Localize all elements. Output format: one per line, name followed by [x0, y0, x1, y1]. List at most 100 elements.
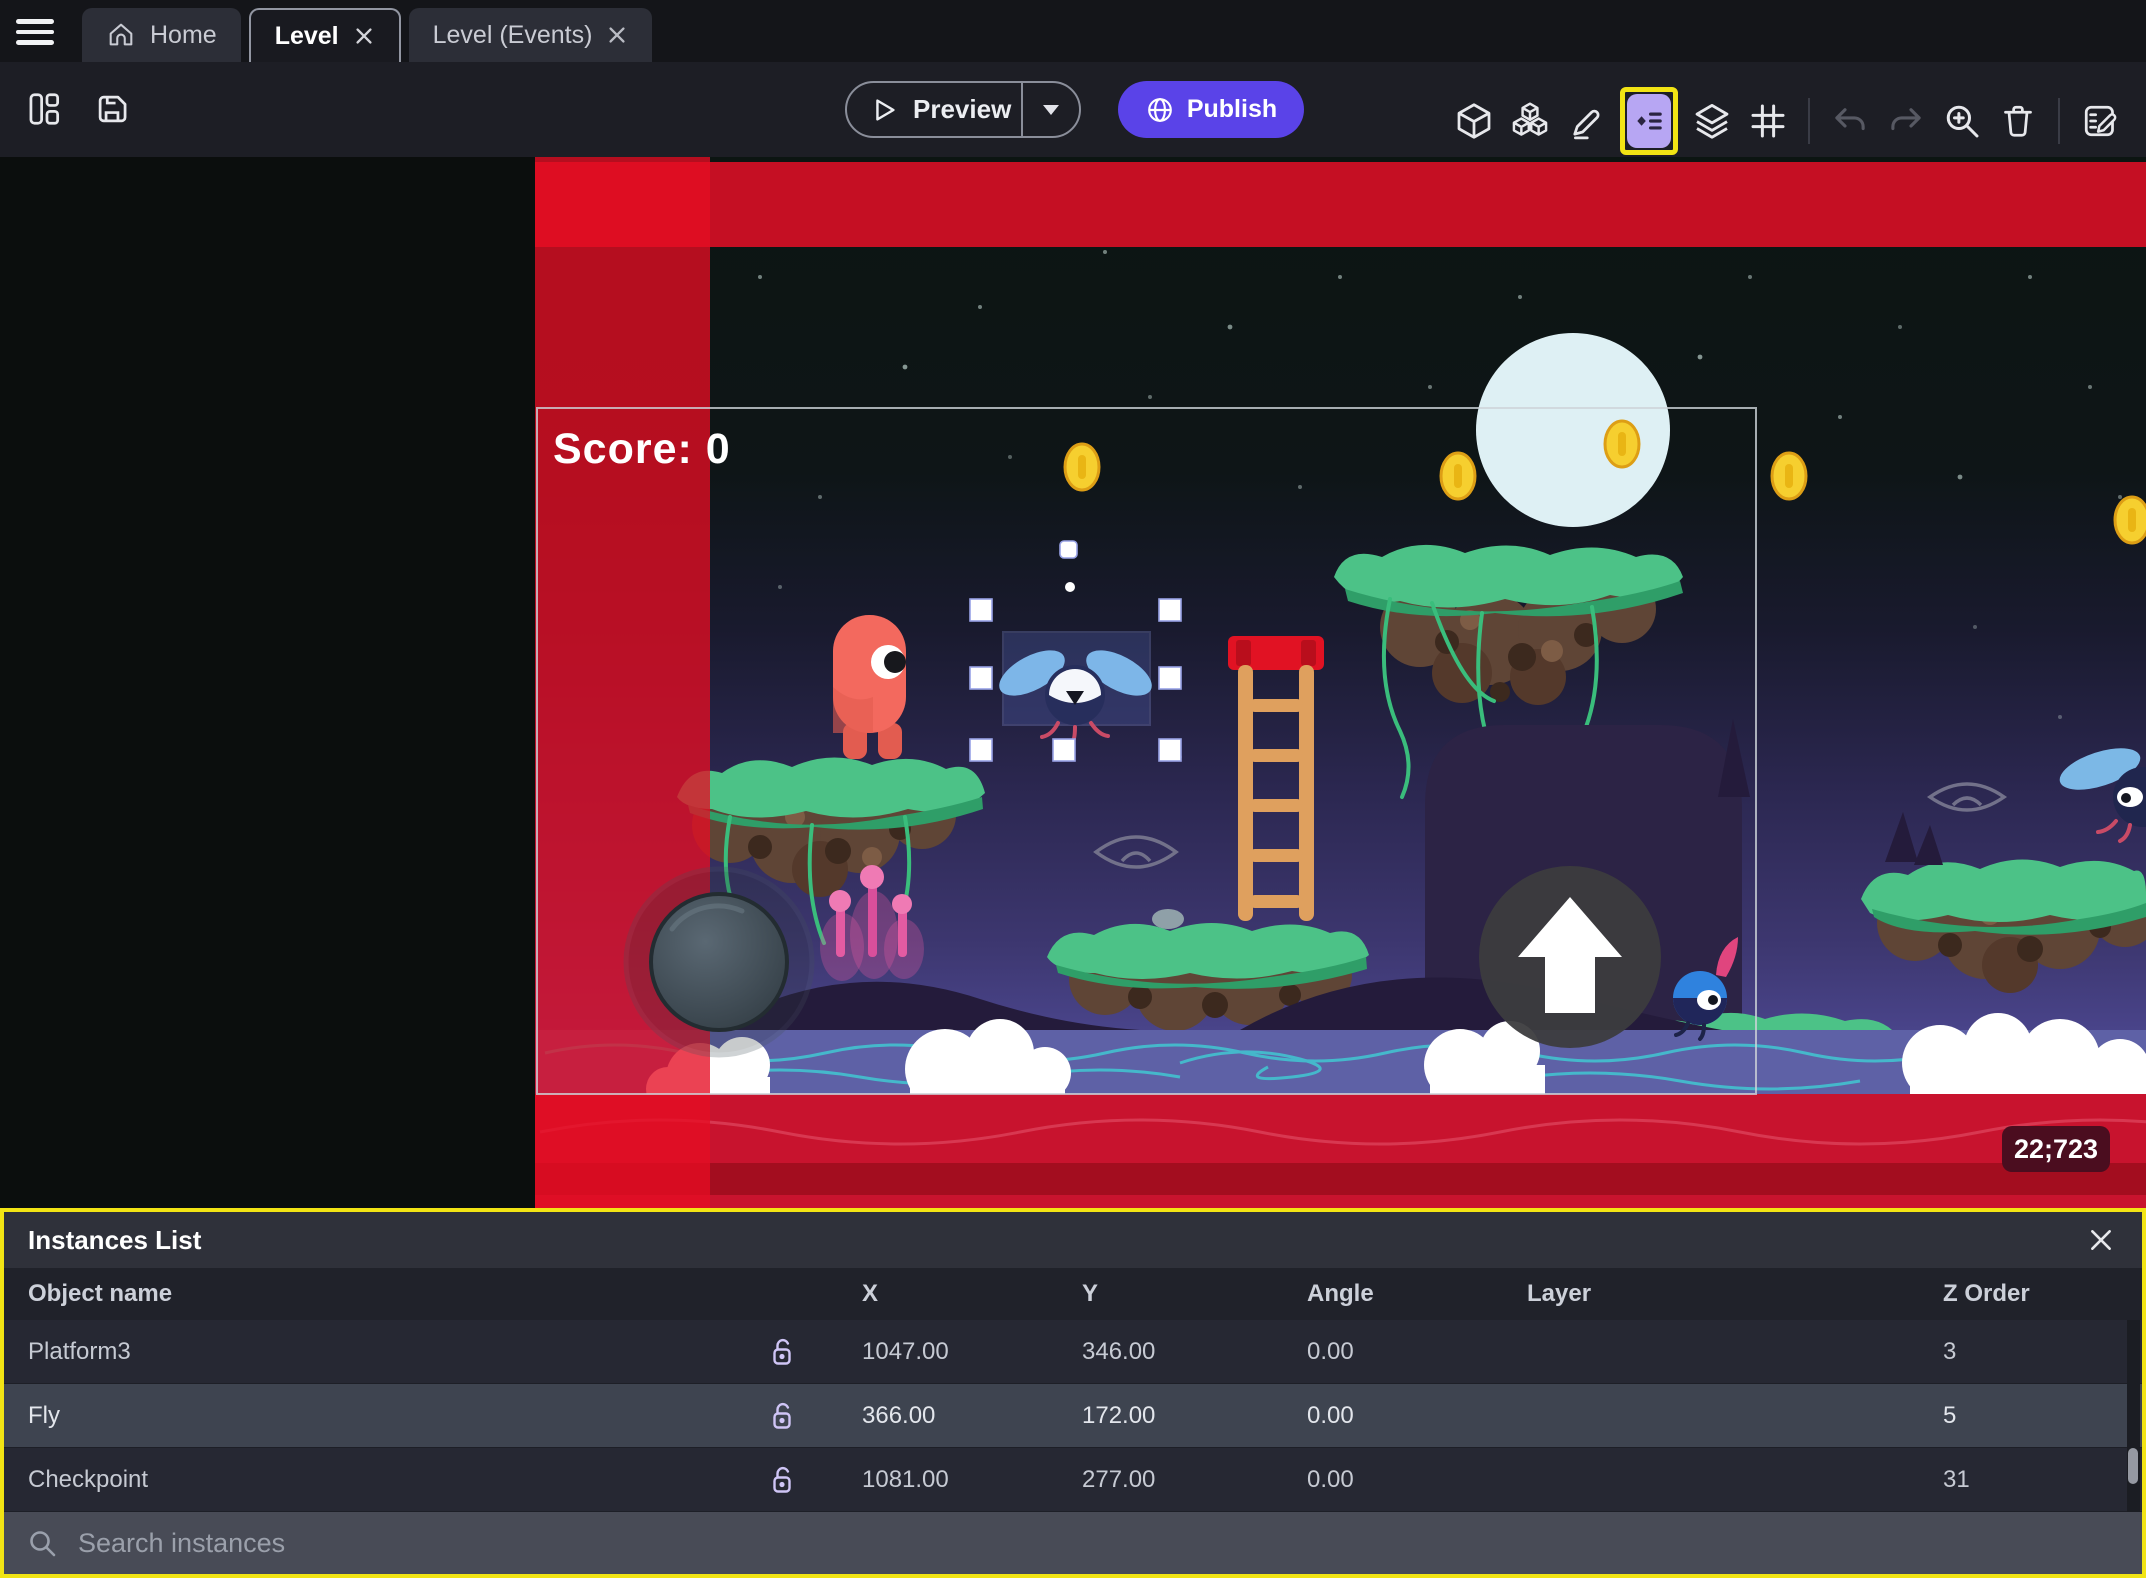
close-tab-icon[interactable]: [353, 25, 375, 47]
col-z-order[interactable]: Z Order: [1902, 1280, 2142, 1308]
col-object-name[interactable]: Object name: [4, 1280, 742, 1308]
joystick-control[interactable]: [623, 866, 815, 1058]
lock-toggle[interactable]: [742, 1400, 822, 1432]
hamburger-icon: [16, 19, 54, 24]
lock-toggle[interactable]: [742, 1336, 822, 1368]
layers-icon: [1695, 104, 1729, 139]
undo-button[interactable]: [1828, 99, 1872, 143]
unlock-icon: [773, 1402, 791, 1429]
project-manager-icon: [29, 93, 60, 125]
main-menu-button[interactable]: [16, 14, 62, 50]
publish-label: Publish: [1186, 95, 1278, 123]
close-icon: [2091, 1230, 2111, 1250]
save-icon: [98, 95, 127, 123]
redo-icon: [1891, 108, 1921, 131]
instance-z-order: 31: [1943, 1465, 1970, 1493]
unlock-icon: [773, 1466, 791, 1493]
close-panel-button[interactable]: [2084, 1223, 2118, 1257]
preview-options-button[interactable]: [1023, 83, 1079, 136]
unlock-icon: [773, 1338, 791, 1365]
instance-row[interactable]: Checkpoint 1081.00 277.00 0.00 31: [4, 1448, 2142, 1512]
edit-scene-button[interactable]: [2078, 99, 2122, 143]
moon-sprite[interactable]: [1476, 333, 1670, 527]
instance-angle: 0.00: [1307, 1337, 1354, 1365]
preview-label: Preview: [913, 94, 1012, 124]
tab-home-label: Home: [150, 20, 217, 49]
tab-level[interactable]: Level: [248, 8, 401, 62]
instance-angle: 0.00: [1307, 1465, 1354, 1493]
lock-toggle[interactable]: [742, 1464, 822, 1496]
gdevelop-editor-window: Home Level Level (Events) Preview Publis…: [0, 0, 2146, 1578]
properties-button[interactable]: [1564, 99, 1608, 143]
instance-row[interactable]: Platform3 1047.00 346.00 0.00 3: [4, 1320, 2142, 1384]
instance-angle: 0.00: [1307, 1401, 1354, 1429]
play-icon: [876, 98, 895, 121]
instance-z-order: 5: [1943, 1401, 1957, 1429]
object-groups-icon: [1512, 102, 1548, 136]
layers-button[interactable]: [1690, 99, 1734, 143]
edit-scene-icon: [2084, 105, 2117, 137]
col-angle[interactable]: Angle: [1262, 1280, 1482, 1308]
instances-panel-title: Instances List: [28, 1224, 202, 1255]
pencil-icon: [1573, 109, 1600, 140]
save-button[interactable]: [90, 87, 134, 131]
instance-x: 1047.00: [862, 1337, 949, 1365]
zoom-in-icon: [1946, 105, 1979, 138]
instances-table-header: Object name X Y Angle Layer Z Order: [4, 1268, 2142, 1320]
instance-x: 366.00: [862, 1401, 936, 1429]
instance-y: 172.00: [1082, 1401, 1156, 1429]
undo-icon: [1835, 108, 1865, 131]
cursor-coordinates-badge: 22;723: [2002, 1126, 2111, 1172]
chevron-down-icon: [1043, 104, 1060, 115]
delete-button[interactable]: [1996, 99, 2040, 143]
grid-button[interactable]: [1746, 99, 1790, 143]
home-icon: [109, 23, 133, 46]
instance-name: Checkpoint: [28, 1465, 149, 1493]
instance-name: Fly: [28, 1401, 60, 1429]
col-x[interactable]: X: [822, 1280, 1042, 1308]
tab-level-events-label: Level (Events): [432, 20, 593, 49]
instance-name: Platform3: [28, 1337, 131, 1365]
instance-x: 1081.00: [862, 1465, 949, 1493]
toolbar-divider: [2058, 98, 2060, 144]
instances-panel-header: Instances List: [4, 1212, 2142, 1268]
instances-table-body: Platform3 1047.00 346.00 0.00 3 Fly 366.…: [4, 1320, 2142, 1512]
redo-button[interactable]: [1884, 99, 1928, 143]
col-y[interactable]: Y: [1042, 1280, 1262, 1308]
objects-cube-icon: [1457, 103, 1491, 139]
search-instances-input[interactable]: [76, 1526, 2120, 1560]
close-tab-icon[interactable]: [606, 24, 628, 46]
main-toolbar: Preview Publish: [0, 62, 2146, 157]
instances-list-button-active-bg: [1627, 94, 1671, 148]
zoom-button[interactable]: [1940, 99, 1984, 143]
toolbar-divider: [1808, 98, 1810, 144]
tab-bar: Home Level Level (Events): [0, 0, 2146, 62]
instances-search-bar: [4, 1512, 2142, 1574]
scene-top-red-band: [535, 162, 2146, 247]
scene-bottom-red-bands: [535, 1094, 2146, 1208]
scene-editor-canvas[interactable]: Score: 0 22;723: [0, 157, 2146, 1208]
scrollbar-thumb[interactable]: [2128, 1448, 2138, 1484]
tab-level-events[interactable]: Level (Events): [408, 8, 653, 62]
col-layer[interactable]: Layer: [1482, 1280, 1902, 1308]
tab-level-label: Level: [274, 21, 339, 50]
score-text[interactable]: Score: 0: [553, 425, 731, 474]
instance-row[interactable]: Fly 366.00 172.00 0.00 5: [4, 1384, 2142, 1448]
object-groups-button[interactable]: [1508, 99, 1552, 143]
instances-list-panel: Instances List Object name X Y Angle Lay…: [0, 1208, 2146, 1578]
rotation-handle[interactable]: [1059, 540, 1078, 559]
instances-list-icon: [1637, 112, 1662, 130]
globe-icon: [1147, 97, 1172, 122]
instances-list-button[interactable]: [1620, 87, 1678, 155]
scene-render: [0, 157, 2146, 1208]
instance-z-order: 3: [1943, 1337, 1957, 1365]
instance-y: 277.00: [1082, 1465, 1156, 1493]
preview-button[interactable]: Preview: [845, 81, 1082, 138]
jump-button-control[interactable]: [1479, 866, 1661, 1048]
project-manager-button[interactable]: [22, 87, 66, 131]
trash-icon: [2004, 105, 2032, 137]
tab-home[interactable]: Home: [82, 8, 241, 62]
publish-button[interactable]: Publish: [1118, 81, 1304, 138]
objects-panel-button[interactable]: [1452, 99, 1496, 143]
search-icon: [30, 1531, 56, 1557]
